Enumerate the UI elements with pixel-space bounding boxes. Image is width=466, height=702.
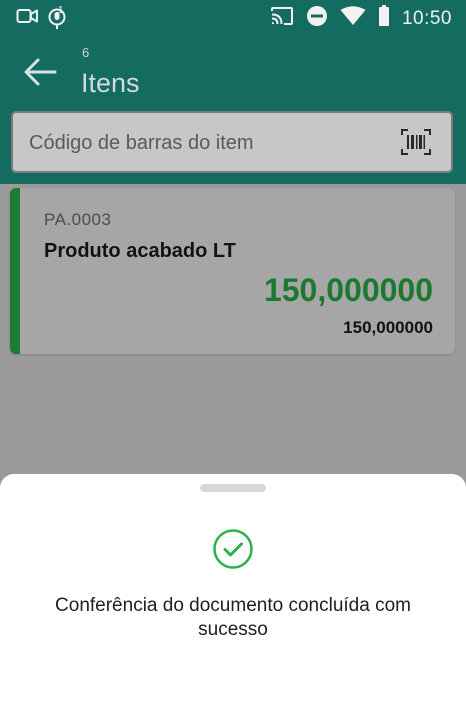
item-name: Produto acabado LT	[44, 240, 236, 262]
screen: 1 10:50 6 Itens Código de barras do item…	[0, 0, 466, 702]
battery-icon	[378, 5, 390, 32]
notification-count: 1	[58, 5, 64, 16]
status-time: 10:50	[401, 7, 452, 29]
back-button[interactable]	[22, 56, 62, 92]
success-message: Conferência do documento concluída com s…	[55, 595, 411, 640]
check-circle-icon	[212, 528, 254, 570]
barcode-search-input[interactable]	[27, 113, 391, 173]
item-quantity-secondary: 150,000000	[343, 318, 433, 337]
status-bar: 1 10:50	[0, 0, 466, 36]
mic-notification-icon: 1	[48, 5, 72, 30]
do-not-disturb-icon	[306, 5, 328, 32]
list-item[interactable]: PA.0003 Produto acabado LT 150,000000 15…	[10, 188, 455, 354]
success-bottom-sheet: Conferência do documento concluída com s…	[0, 474, 466, 702]
sheet-drag-handle[interactable]	[200, 484, 266, 492]
cast-icon	[270, 6, 294, 31]
barcode-scan-icon	[401, 129, 431, 155]
wifi-icon	[340, 6, 366, 31]
item-quantity-main: 150,000000	[263, 272, 433, 308]
status-left-icons: 1	[16, 5, 72, 30]
item-list: PA.0003 Produto acabado LT 150,000000 15…	[0, 184, 466, 484]
page-title: Itens	[81, 68, 140, 98]
item-status-accent	[10, 188, 20, 354]
status-right-icons: 10:50	[270, 5, 452, 32]
barcode-search-box	[11, 111, 453, 173]
item-code: PA.0003	[44, 210, 112, 229]
barcode-scan-button[interactable]	[401, 128, 431, 156]
arrow-left-icon	[24, 58, 57, 86]
app-bar: 6 Itens	[0, 36, 466, 184]
video-camera-icon	[16, 7, 38, 30]
item-count: 6	[82, 45, 90, 60]
